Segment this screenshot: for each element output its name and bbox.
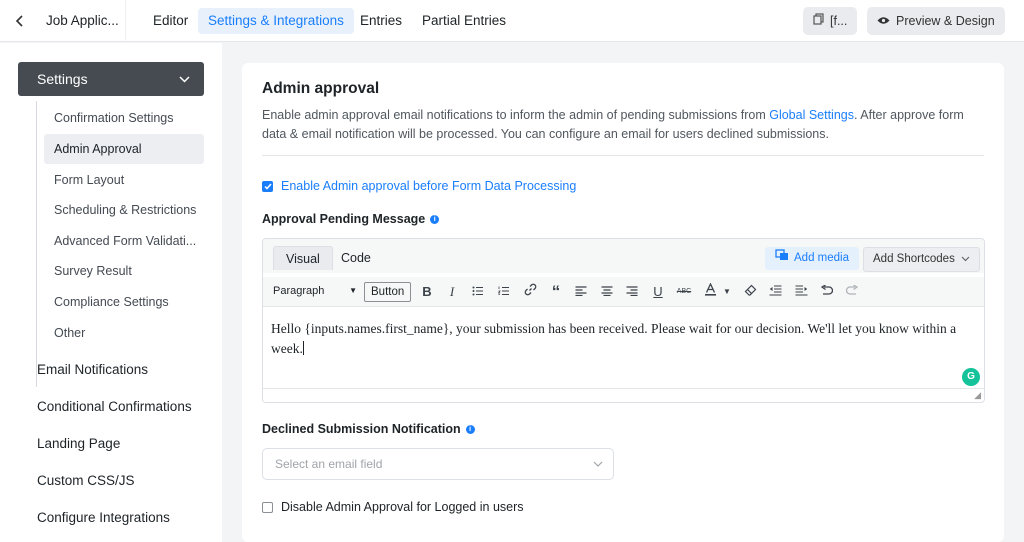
- sidebar-item-confirmation-settings[interactable]: Confirmation Settings: [44, 103, 204, 133]
- shortcode-copy-button[interactable]: [f...: [803, 7, 858, 35]
- editor-tab-visual[interactable]: Visual: [273, 246, 333, 270]
- sidebar-item-form-layout[interactable]: Form Layout: [44, 165, 204, 195]
- chevron-down-icon: [961, 247, 970, 272]
- chevron-down-icon: [179, 62, 190, 96]
- tab-entries[interactable]: Entries: [350, 8, 412, 34]
- indent-icon[interactable]: [790, 282, 812, 302]
- disable-logged-in-label: Disable Admin Approval for Logged in use…: [281, 500, 524, 514]
- enable-admin-approval-checkbox[interactable]: Enable Admin approval before Form Data P…: [262, 179, 576, 193]
- approval-message-editor: Visual Code Add media Add Shortcodes Par…: [262, 238, 985, 403]
- checkbox-checked-icon[interactable]: [262, 180, 273, 192]
- bullet-list-icon[interactable]: [467, 282, 489, 302]
- align-left-icon[interactable]: [570, 282, 592, 302]
- declined-notification-label: Declined Submission Notification: [262, 422, 461, 436]
- form-title[interactable]: Job Applic...: [40, 0, 126, 42]
- admin-approval-panel: Admin approval Enable admin approval ema…: [242, 63, 1004, 542]
- email-field-select[interactable]: Select an email field: [262, 448, 614, 480]
- sidebar-item-other[interactable]: Other: [44, 318, 204, 348]
- strikethrough-icon[interactable]: ABC: [673, 282, 695, 302]
- sidebar-item-admin-approval[interactable]: Admin Approval: [44, 134, 204, 164]
- sidebar-item-configure-integrations[interactable]: Configure Integrations: [37, 510, 170, 525]
- text-color-dropdown-icon[interactable]: ▼: [716, 282, 738, 302]
- approval-pending-label: Approval Pending Message: [262, 212, 426, 226]
- top-bar: Job Applic... Editor Settings & Integrat…: [0, 0, 1024, 42]
- checkbox-unchecked-icon[interactable]: [262, 501, 273, 513]
- divider: [262, 155, 984, 156]
- editor-toolbar: Paragraph ▼ Button B I “ U ABC ▼: [263, 277, 984, 307]
- resize-handle-icon[interactable]: ◢: [974, 390, 981, 401]
- align-center-icon[interactable]: [596, 282, 618, 302]
- sidebar-item-advanced-validation[interactable]: Advanced Form Validati...: [44, 226, 204, 256]
- sidebar-item-landing-page[interactable]: Landing Page: [37, 436, 120, 451]
- copy-icon: [813, 7, 824, 35]
- sidebar: Settings Confirmation Settings Admin App…: [0, 43, 222, 542]
- disable-logged-in-approval-checkbox[interactable]: Disable Admin Approval for Logged in use…: [262, 500, 524, 514]
- tab-settings-integrations[interactable]: Settings & Integrations: [198, 8, 354, 34]
- preview-label: Preview & Design: [896, 14, 995, 28]
- underline-icon[interactable]: U: [647, 282, 669, 302]
- eye-icon: [877, 7, 890, 35]
- settings-label: Settings: [37, 71, 88, 87]
- preview-design-button[interactable]: Preview & Design: [867, 7, 1005, 35]
- enable-admin-approval-label: Enable Admin approval before Form Data P…: [281, 179, 577, 193]
- sidebar-item-custom-css-js[interactable]: Custom CSS/JS: [37, 473, 135, 488]
- shortcode-text: [f...: [830, 14, 848, 28]
- italic-icon[interactable]: I: [441, 282, 463, 302]
- sidebar-item-conditional-confirmations[interactable]: Conditional Confirmations: [37, 399, 192, 414]
- text-caret: [302, 341, 304, 355]
- tab-editor[interactable]: Editor: [143, 8, 198, 34]
- info-icon[interactable]: i: [430, 214, 440, 224]
- blockquote-icon[interactable]: “: [545, 282, 567, 302]
- add-shortcodes-button[interactable]: Add Shortcodes: [863, 247, 980, 272]
- approval-pending-heading: Approval Pending Message i: [262, 212, 440, 226]
- align-right-icon[interactable]: [621, 282, 643, 302]
- bold-icon[interactable]: B: [416, 282, 438, 302]
- insert-button-tool[interactable]: Button: [364, 282, 412, 302]
- add-shortcodes-label: Add Shortcodes: [873, 253, 955, 265]
- chevron-left-icon[interactable]: [0, 0, 40, 42]
- add-media-button[interactable]: Add media: [765, 247, 859, 270]
- global-settings-link[interactable]: Global Settings: [769, 108, 854, 122]
- email-select-placeholder: Select an email field: [275, 457, 383, 471]
- editor-statusbar: ◢: [263, 388, 984, 402]
- sidebar-item-email-notifications[interactable]: Email Notifications: [37, 362, 148, 377]
- paragraph-format-select[interactable]: Paragraph ▼: [269, 281, 361, 301]
- sidebar-item-compliance[interactable]: Compliance Settings: [44, 287, 204, 317]
- editor-tab-code[interactable]: Code: [329, 246, 383, 270]
- editor-content[interactable]: Hello {inputs.names.first_name}, your su…: [271, 319, 977, 359]
- clear-format-icon[interactable]: [739, 282, 761, 302]
- page-title: Admin approval: [262, 80, 380, 97]
- numbered-list-icon[interactable]: [493, 282, 515, 302]
- link-icon[interactable]: [519, 282, 541, 302]
- caret-down-icon: ▼: [349, 286, 357, 295]
- outdent-icon[interactable]: [764, 282, 786, 302]
- tab-partial-entries[interactable]: Partial Entries: [412, 8, 516, 34]
- declined-notification-heading: Declined Submission Notification i: [262, 422, 475, 436]
- add-media-label: Add media: [794, 252, 849, 264]
- editor-tabs: Visual Code Add media Add Shortcodes: [263, 239, 984, 273]
- submenu-guide-line: [36, 101, 37, 387]
- editor-text: Hello {inputs.names.first_name}, your su…: [271, 321, 957, 356]
- info-icon[interactable]: i: [465, 424, 475, 434]
- chevron-down-icon: [593, 449, 603, 479]
- format-value: Paragraph: [273, 285, 325, 297]
- desc-text-before: Enable admin approval email notification…: [262, 108, 770, 122]
- sidebar-item-survey-result[interactable]: Survey Result: [44, 256, 204, 286]
- panel-description: Enable admin approval email notification…: [262, 106, 982, 144]
- undo-icon[interactable]: [815, 282, 837, 302]
- media-icon: [775, 247, 789, 270]
- grammarly-icon[interactable]: G: [962, 368, 980, 386]
- redo-icon[interactable]: [841, 282, 863, 302]
- sidebar-item-scheduling[interactable]: Scheduling & Restrictions: [44, 195, 204, 225]
- sidebar-settings-toggle[interactable]: Settings: [18, 62, 204, 96]
